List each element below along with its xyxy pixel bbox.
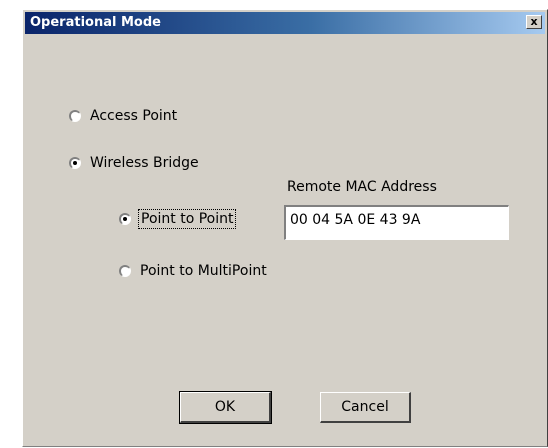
access-point-option[interactable]: Access Point — [69, 108, 177, 124]
wireless-bridge-radio[interactable] — [69, 157, 81, 169]
point-to-multipoint-radio[interactable] — [119, 265, 131, 277]
access-point-radio[interactable] — [69, 110, 81, 122]
operational-mode-dialog: Operational Mode x Access Point Wireless… — [22, 9, 548, 447]
point-to-point-label[interactable]: Point to Point — [137, 209, 237, 229]
point-to-multipoint-option[interactable]: Point to MultiPoint — [119, 263, 267, 279]
point-to-point-radio[interactable] — [119, 213, 131, 225]
wireless-bridge-label[interactable]: Wireless Bridge — [90, 155, 199, 171]
ok-button[interactable]: OK — [179, 391, 272, 424]
title-bar: Operational Mode x — [25, 12, 545, 34]
remote-mac-input[interactable]: 00 04 5A 0E 43 9A — [284, 205, 509, 240]
wireless-bridge-option[interactable]: Wireless Bridge — [69, 155, 199, 171]
point-to-multipoint-label[interactable]: Point to MultiPoint — [140, 263, 267, 279]
cancel-button[interactable]: Cancel — [320, 392, 411, 423]
window-title: Operational Mode — [30, 15, 161, 30]
close-button[interactable]: x — [526, 15, 542, 29]
access-point-label[interactable]: Access Point — [90, 108, 177, 124]
point-to-point-option[interactable]: Point to Point — [119, 209, 237, 229]
remote-mac-label: Remote MAC Address — [287, 179, 437, 195]
